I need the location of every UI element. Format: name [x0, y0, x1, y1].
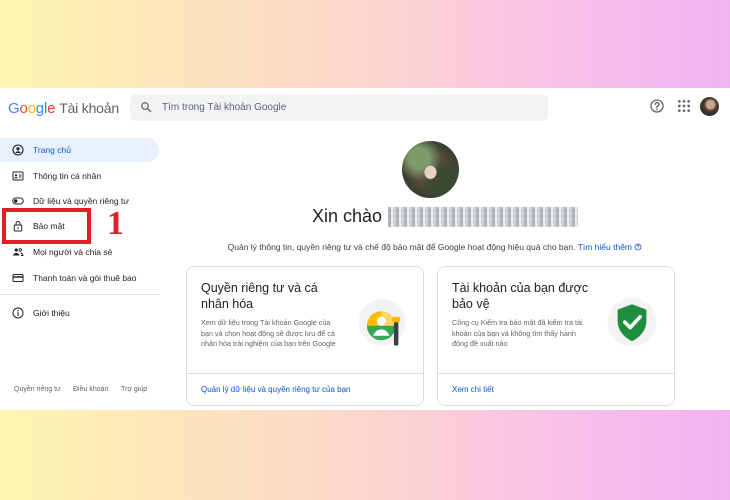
profile-photo[interactable]: [402, 141, 459, 198]
sidebar-item-personal-info[interactable]: Thông tin cá nhân: [0, 164, 159, 188]
google-wordmark: Google: [8, 100, 56, 117]
toggle-icon: [12, 197, 24, 205]
learn-more-link[interactable]: Tìm hiểu thêm: [578, 242, 643, 252]
search-bar[interactable]: [130, 94, 548, 121]
card-title: Tài khoản của bạn được bảo vệ: [452, 281, 589, 311]
greeting-text: Xin chào: [312, 206, 383, 226]
card-divider: [187, 373, 423, 374]
footer-help-link[interactable]: Trợ giúp: [121, 386, 147, 393]
subtitle-text: Quản lý thông tin, quyền riêng tư và chế…: [227, 242, 576, 252]
redacted-name: [388, 207, 579, 228]
footer-privacy-link[interactable]: Quyền riêng tư: [14, 386, 61, 393]
card-title: Quyền riêng tư và cá nhân hóa: [201, 281, 318, 311]
sidebar-divider: [0, 294, 159, 295]
account-avatar[interactable]: [700, 97, 719, 116]
info-icon: [12, 307, 24, 319]
shield-check-icon: [607, 297, 657, 347]
sidebar-item-label: Thông tin cá nhân: [33, 171, 102, 181]
annotation-step-number: 1: [107, 205, 124, 242]
top-bar: Google Tài khoản: [0, 88, 730, 128]
product-name: Tài khoản: [59, 100, 119, 116]
account-window: Google Tài khoản Tìm trong Tài khoản Goo…: [0, 88, 730, 410]
card-link[interactable]: Xem chi tiết: [452, 385, 494, 394]
card-link[interactable]: Quản lý dữ liệu và quyền riêng tư của bạ…: [201, 385, 350, 394]
home-person-icon: [12, 144, 24, 156]
sidebar-item-label: Trang chủ: [33, 145, 71, 155]
annotation-highlight-box: [2, 208, 91, 244]
greeting-heading: Xin chào: [312, 206, 579, 228]
help-icon[interactable]: [649, 98, 665, 114]
sidebar-item-home[interactable]: Trang chủ: [0, 138, 159, 162]
page-subtitle: Quản lý thông tin, quyền riêng tư và chế…: [0, 242, 730, 252]
id-card-icon: [12, 171, 24, 181]
sidebar-item-about[interactable]: Giới thiệu: [0, 301, 159, 325]
privacy-card[interactable]: Quyền riêng tư và cá nhân hóa Xem dữ liệ…: [186, 266, 424, 406]
sidebar-item-label: Thanh toán và gói thuê bao: [33, 273, 137, 283]
sidebar-item-label: Giới thiệu: [33, 308, 70, 318]
help-circle-icon: [634, 243, 642, 251]
search-input[interactable]: [162, 98, 532, 117]
credit-card-icon: [12, 274, 24, 282]
apps-grid-icon[interactable]: [676, 98, 692, 114]
card-description: Xem dữ liệu trong Tài khoản Google của b…: [201, 318, 336, 348]
card-divider: [438, 373, 674, 374]
card-description: Công cụ Kiểm tra bảo mật đã kiểm tra tài…: [452, 318, 583, 348]
search-icon[interactable]: [140, 101, 152, 113]
privacy-illustration-icon: [358, 298, 406, 346]
security-card[interactable]: Tài khoản của bạn được bảo vệ Công cụ Ki…: [437, 266, 675, 406]
sidebar-item-payments[interactable]: Thanh toán và gói thuê bao: [0, 266, 159, 290]
footer-terms-link[interactable]: Điều khoản: [73, 386, 108, 393]
google-account-logo[interactable]: Google Tài khoản: [8, 100, 119, 117]
